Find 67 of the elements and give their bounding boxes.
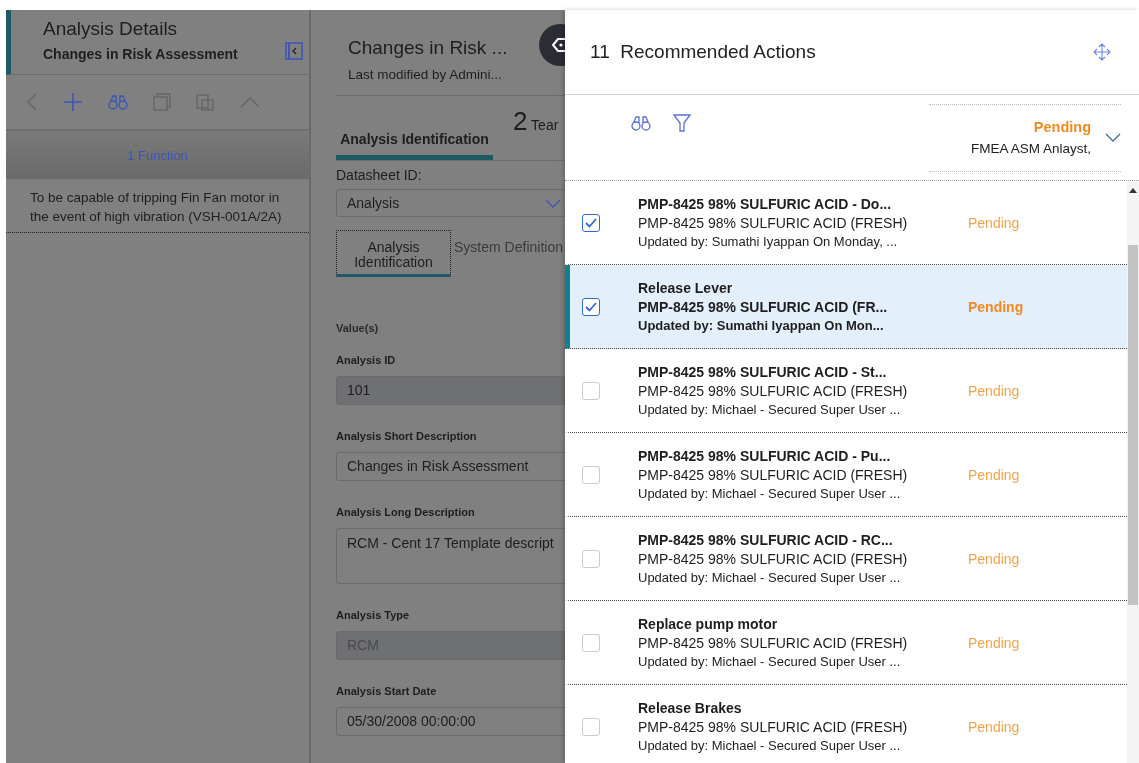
record-title: Changes in Risk ... [348,37,508,59]
chevron-up-icon[interactable] [239,96,261,108]
collapse-icon[interactable] [285,42,303,60]
action-title: PMP-8425 98% SULFURIC ACID - St... [638,364,888,380]
field-label: Analysis Long Description [336,506,476,518]
field-label: Analysis Type [336,609,411,621]
action-title: Release Brakes [638,700,743,716]
values-heading: Value(s) [336,322,380,334]
action-subtitle: PMP-8425 98% SULFURIC ACID (FRESH) [638,383,909,399]
scroll-up-icon[interactable] [1129,187,1137,193]
action-subtitle: PMP-8425 98% SULFURIC ACID (FRESH) [638,215,909,231]
field-label: Analysis ID [336,354,397,366]
input-field[interactable]: 101 [336,376,566,405]
tab[interactable]: 2 Tear [493,106,559,160]
input-field[interactable]: Changes in Risk Assessment [336,452,566,481]
status-text: Pending [968,550,1020,567]
field-label: Analysis Start Date [336,685,438,697]
action-title: PMP-8425 98% SULFURIC ACID - Do... [638,196,893,212]
updated-text: Updated by: Michael - Secured Super User ... [638,402,902,417]
section-tab[interactable]: System Definition [451,230,566,277]
action-row[interactable]: Release Lever PMP-8425 98% SULFURIC ACID (FR... Updated by: Sumathi Iyappan On Mon... Pending [565,265,1127,349]
chevron-down-icon [1105,133,1121,142]
status-text: Pending [968,718,1020,735]
panel-subtitle: Changes in Risk Assessment [43,46,238,62]
filter-icon[interactable] [673,113,691,132]
action-subtitle: PMP-8425 98% SULFURIC ACID (FRESH) [638,635,909,651]
action-subtitle: PMP-8425 98% SULFURIC ACID (FRESH) [638,719,909,735]
paste-icon[interactable] [196,93,214,111]
section-tab[interactable]: Analysis Identification [336,230,451,277]
updated-text: Updated by: Michael - Secured Super User ... [638,570,902,585]
action-title: Replace pump motor [638,616,779,632]
modified-text: Last modified by Admini... [348,67,503,82]
tab[interactable]: Analysis Identification [336,124,493,160]
checkbox[interactable] [582,297,600,316]
updated-text: Updated by: Michael - Secured Super User ... [638,654,902,669]
scrollbar-thumb[interactable] [1128,245,1138,605]
updated-text: Updated by: Sumathi Iyappan On Mon... [638,318,885,333]
field-label: Datasheet ID: [336,167,423,183]
chevron-left-icon[interactable] [26,92,38,112]
status-text: Pending [968,298,1024,315]
field-label: Analysis Short Description [336,430,478,442]
action-subtitle: PMP-8425 98% SULFURIC ACID (FR... [638,299,889,315]
updated-text: Updated by: Michael - Secured Super User ... [638,738,902,753]
action-subtitle: PMP-8425 98% SULFURIC ACID (FRESH) [638,551,909,567]
filter-dropdown[interactable]: Pending FMEA ASM Anlayst, [929,103,1121,172]
action-title: PMP-8425 98% SULFURIC ACID - Pu... [638,448,892,464]
checkbox[interactable] [582,213,600,232]
updated-text: Updated by: Sumathi Iyappan On Monday, ... [638,234,899,249]
panel-title: 11 Recommended Actions [590,41,816,63]
move-icon[interactable] [1093,43,1111,61]
status-text: Pending [968,466,1020,483]
panel-title: Analysis Details [43,18,179,40]
chevron-down-icon [545,198,561,208]
add-icon[interactable] [63,92,83,112]
status-text: Pending [968,382,1020,399]
input-field[interactable]: 05/30/2008 00:00:00 [336,707,566,736]
scrollbar[interactable] [1127,181,1139,763]
copy-icon[interactable] [153,93,171,111]
datasheet-dropdown[interactable]: Analysis [336,189,566,217]
status-text: Pending [968,214,1020,231]
action-subtitle: PMP-8425 98% SULFURIC ACID (FRESH) [638,467,909,483]
function-item[interactable]: To be capable of tripping Fin Fan motor in the event of high vibration (VSH-001A/2A) [6,179,309,233]
updated-text: Updated by: Michael - Secured Super User ... [638,486,902,501]
action-title: Release Lever [638,280,734,296]
action-title: PMP-8425 98% SULFURIC ACID - RC... [638,532,894,548]
binoculars-icon[interactable] [631,114,651,131]
status-text: Pending [968,634,1020,651]
